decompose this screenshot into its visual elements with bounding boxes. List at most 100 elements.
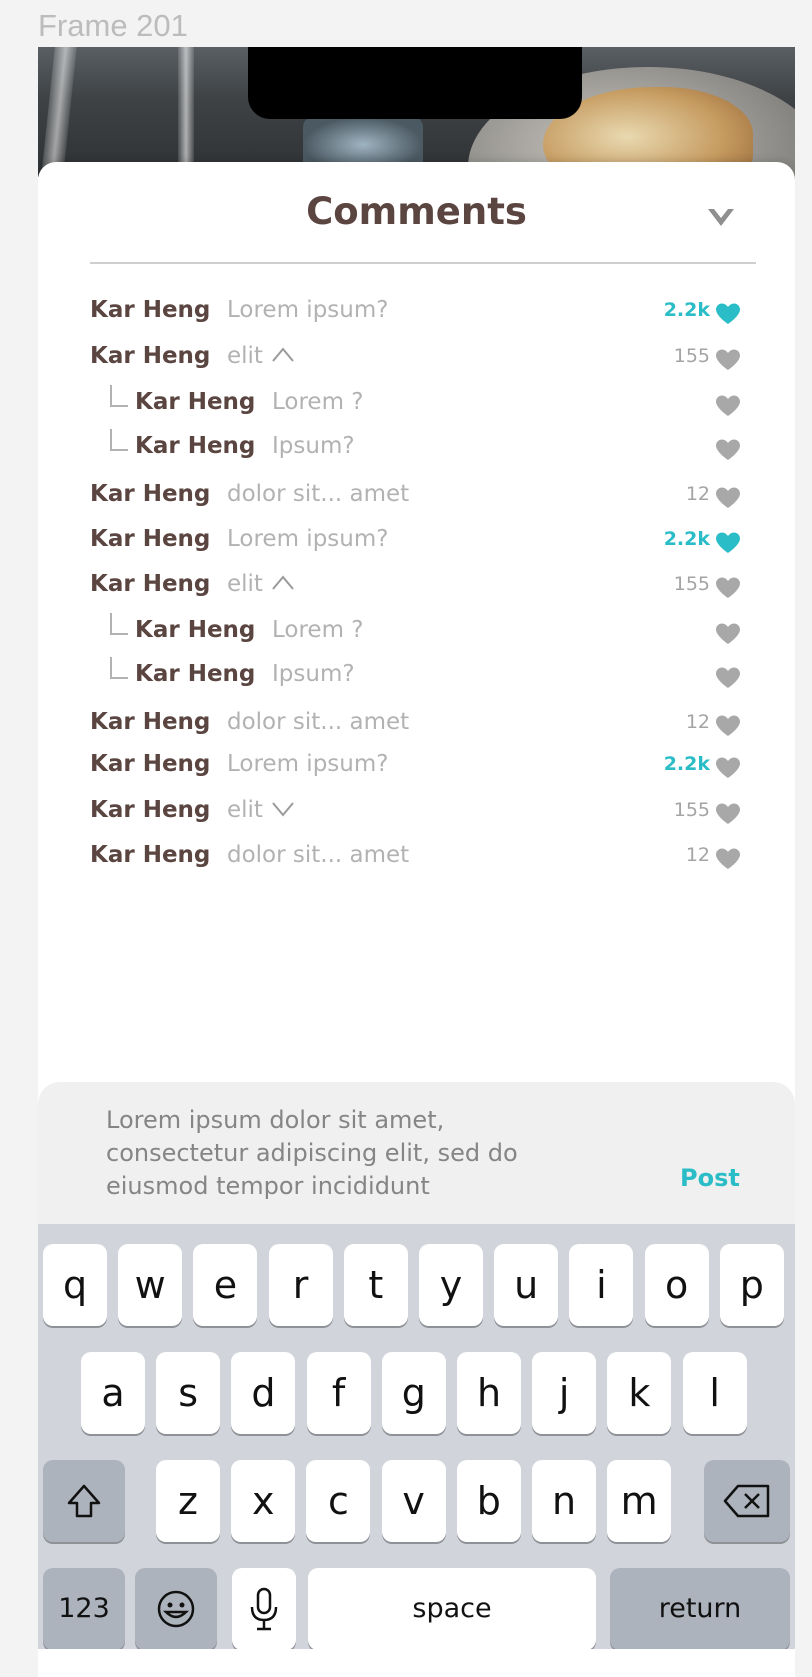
comment-text-label: elit xyxy=(227,343,263,369)
heart-icon[interactable] xyxy=(715,715,741,737)
like-count: 155 xyxy=(673,345,710,367)
key-g[interactable]: g xyxy=(381,1352,446,1434)
comment-row: Kar Heng Lorem ipsum? 2.2k xyxy=(38,526,795,566)
shift-key[interactable] xyxy=(43,1460,125,1542)
key-w[interactable]: w xyxy=(118,1244,183,1326)
backspace-key[interactable] xyxy=(704,1460,790,1542)
key-h[interactable]: h xyxy=(457,1352,521,1434)
heart-icon[interactable] xyxy=(715,757,741,779)
comment-text-label: Lorem ipsum? xyxy=(227,297,389,323)
like-count: 12 xyxy=(685,844,710,866)
comment-author[interactable]: Kar Heng xyxy=(135,617,255,643)
heart-icon[interactable] xyxy=(715,349,741,371)
comment-author[interactable]: Kar Heng xyxy=(90,709,210,735)
comment-text: elit xyxy=(227,571,295,597)
comment-text: Lorem ipsum? xyxy=(227,526,388,552)
on-screen-keyboard: q w e r t y u i o p a s d f g h j k l z x c v b n m 123 space return xyxy=(38,1224,795,1650)
key-b[interactable]: b xyxy=(456,1460,521,1542)
reply-row: Kar Heng Ipsum? xyxy=(38,429,795,473)
heart-icon[interactable] xyxy=(715,623,741,645)
comment-row: Kar Heng Lorem ipsum? 2.2k xyxy=(38,751,795,791)
comment-author[interactable]: Kar Heng xyxy=(135,389,255,415)
key-q[interactable]: q xyxy=(43,1244,107,1326)
comment-row: Kar Heng elit 155 xyxy=(38,571,795,611)
comment-author[interactable]: Kar Heng xyxy=(135,433,255,459)
comment-author[interactable]: Kar Heng xyxy=(90,526,210,552)
heart-icon[interactable] xyxy=(715,577,741,599)
return-key[interactable]: return xyxy=(610,1568,790,1650)
heart-icon[interactable] xyxy=(715,848,741,870)
comment-text-label: dolor sit... amet xyxy=(227,842,410,868)
comment-author[interactable]: Kar Heng xyxy=(90,481,210,507)
reply-connector xyxy=(110,385,128,407)
key-r[interactable]: r xyxy=(268,1244,333,1326)
comment-text-label: Lorem ipsum? xyxy=(227,751,389,777)
key-v[interactable]: v xyxy=(381,1460,446,1542)
key-n[interactable]: n xyxy=(532,1460,596,1542)
comment-text: Lorem ipsum? xyxy=(227,751,388,777)
comment-author[interactable]: Kar Heng xyxy=(90,297,210,323)
comment-author[interactable]: Kar Heng xyxy=(135,661,255,687)
key-l[interactable]: l xyxy=(682,1352,747,1434)
key-m[interactable]: m xyxy=(607,1460,672,1542)
comment-row: Kar Heng Lorem ipsum? 2.2k xyxy=(38,297,795,337)
comment-input[interactable] xyxy=(106,1104,586,1203)
key-k[interactable]: k xyxy=(607,1352,672,1434)
key-j[interactable]: j xyxy=(532,1352,597,1434)
comment-author[interactable]: Kar Heng xyxy=(90,797,210,823)
comment-text: Lorem ipsum? xyxy=(227,297,388,323)
comments-sheet: Comments Kar Heng Lorem ipsum? 2.2k Kar Hen… xyxy=(38,162,795,1677)
key-e[interactable]: e xyxy=(193,1244,258,1326)
key-x[interactable]: x xyxy=(231,1460,296,1542)
comment-text-label: elit xyxy=(227,571,263,597)
heart-icon[interactable] xyxy=(715,487,741,509)
key-u[interactable]: u xyxy=(494,1244,559,1326)
comment-text: elit xyxy=(227,797,295,823)
heart-icon[interactable] xyxy=(715,395,741,417)
reply-row: Kar Heng Lorem ? xyxy=(38,613,795,657)
key-t[interactable]: t xyxy=(343,1244,408,1326)
heart-icon[interactable] xyxy=(715,303,741,325)
comment-row: Kar Heng dolor sit... amet 12 xyxy=(38,481,795,521)
reply-connector xyxy=(110,657,128,679)
comment-author[interactable]: Kar Heng xyxy=(90,343,210,369)
comment-text: Ipsum? xyxy=(272,433,355,459)
heart-icon[interactable] xyxy=(715,667,741,689)
key-f[interactable]: f xyxy=(306,1352,371,1434)
key-d[interactable]: d xyxy=(231,1352,296,1434)
heart-icon[interactable] xyxy=(715,439,741,461)
key-p[interactable]: p xyxy=(719,1244,784,1326)
comment-row: Kar Heng elit 155 xyxy=(38,797,795,837)
comment-author[interactable]: Kar Heng xyxy=(90,571,210,597)
comment-row: Kar Heng elit 155 xyxy=(38,343,795,383)
chevron-up-icon[interactable] xyxy=(271,573,295,591)
microphone-key[interactable] xyxy=(232,1568,296,1650)
key-a[interactable]: a xyxy=(81,1352,145,1434)
key-o[interactable]: o xyxy=(644,1244,709,1326)
comment-author[interactable]: Kar Heng xyxy=(90,842,210,868)
numbers-key[interactable]: 123 xyxy=(43,1568,125,1650)
key-i[interactable]: i xyxy=(569,1244,634,1326)
like-count: 12 xyxy=(685,483,710,505)
heart-icon[interactable] xyxy=(715,532,741,554)
heart-icon[interactable] xyxy=(715,803,741,825)
sheet-title: Comments xyxy=(306,190,527,233)
shift-icon xyxy=(67,1484,101,1518)
phone-screen: Comments Kar Heng Lorem ipsum? 2.2k Kar Hen… xyxy=(38,47,795,1677)
comment-author[interactable]: Kar Heng xyxy=(90,751,210,777)
chevron-down-icon[interactable] xyxy=(271,799,295,817)
chevron-down-icon[interactable] xyxy=(706,206,736,230)
space-key[interactable]: space xyxy=(308,1568,596,1650)
emoji-key[interactable] xyxy=(135,1568,217,1650)
key-s[interactable]: s xyxy=(156,1352,221,1434)
key-z[interactable]: z xyxy=(156,1460,220,1542)
comment-text-label: Lorem ? xyxy=(272,617,364,643)
title-divider xyxy=(90,262,756,264)
comment-text: Lorem ? xyxy=(272,389,364,415)
comment-text-label: dolor sit... amet xyxy=(227,481,410,507)
post-button[interactable]: Post xyxy=(680,1164,740,1192)
chevron-up-icon[interactable] xyxy=(271,345,295,363)
reply-connector xyxy=(110,613,128,635)
key-c[interactable]: c xyxy=(306,1460,371,1542)
key-y[interactable]: y xyxy=(419,1244,483,1326)
